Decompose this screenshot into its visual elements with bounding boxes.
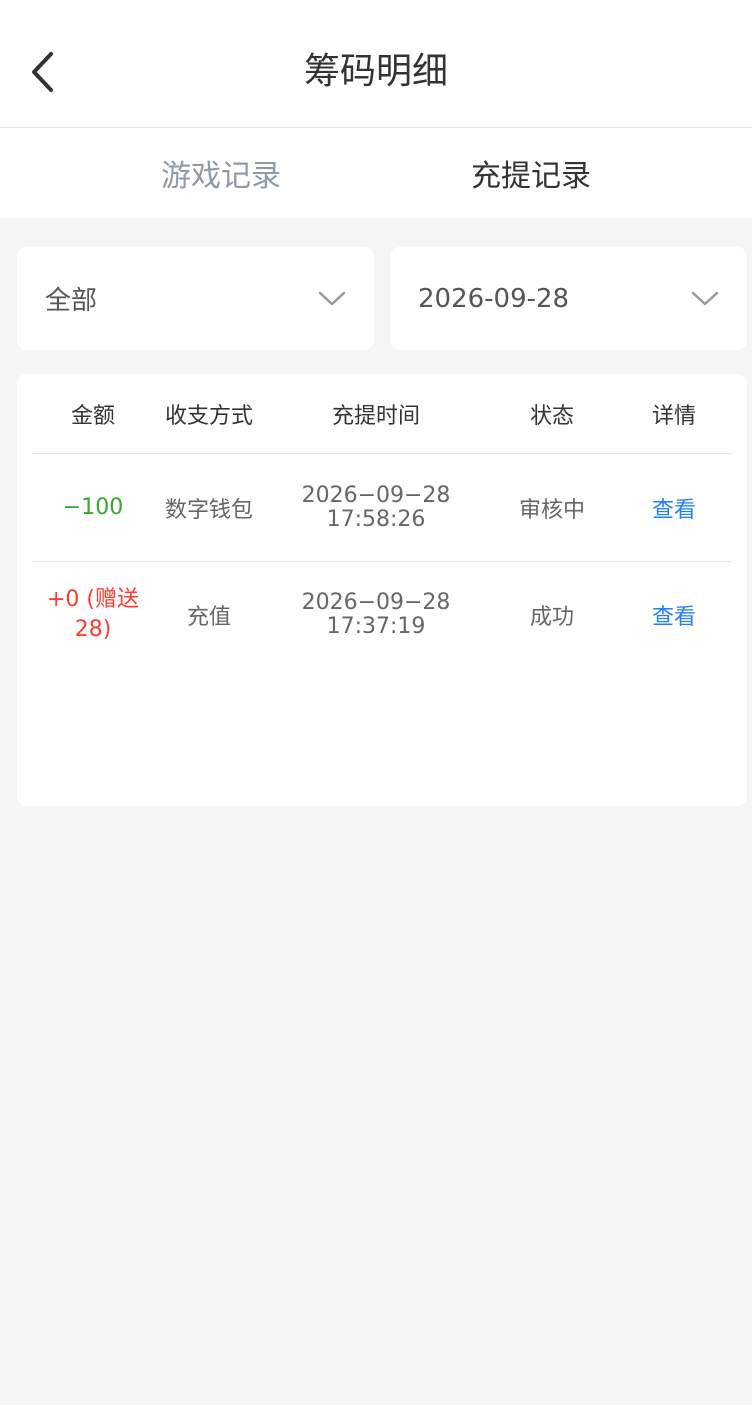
time-clock: 17:37:19 — [326, 613, 426, 639]
type-filter-value: 全部 — [45, 286, 98, 316]
view-detail-link[interactable]: 查看 — [616, 454, 732, 561]
table-row: +0 (赠送28) 充值 2026−09−28 17:37:19 成功 查看 — [32, 561, 732, 668]
page-title: 筹码明细 — [303, 51, 448, 92]
time-date: 2026−09−28 — [301, 589, 451, 615]
view-detail-link[interactable]: 查看 — [616, 561, 732, 668]
time-cell: 2026−09−28 17:37:19 — [264, 561, 488, 668]
method-cell: 充值 — [186, 604, 231, 630]
tab-game-records[interactable]: 游戏记录 — [0, 128, 376, 218]
time-date: 2026−09−28 — [301, 482, 451, 508]
column-header-method: 收支方式 — [164, 403, 253, 429]
column-header-detail: 详情 — [651, 403, 696, 429]
table-row: −100 数字钱包 2026−09−28 17:58:26 审核中 查看 — [32, 454, 732, 562]
table-header: 金额 收支方式 充提时间 状态 详情 — [32, 374, 732, 454]
filter-bar: 全部 2026-09-28 — [17, 247, 747, 350]
column-header-amount: 金额 — [70, 403, 115, 429]
time-clock: 17:58:26 — [326, 506, 426, 532]
chevron-down-icon — [691, 291, 719, 305]
chevron-down-icon — [318, 291, 346, 305]
type-filter-dropdown[interactable]: 全部 — [17, 247, 374, 350]
amount-cell: −100 — [62, 495, 124, 520]
tab-deposit-withdraw-records[interactable]: 充提记录 — [376, 128, 752, 218]
status-cell: 审核中 — [518, 497, 585, 523]
status-cell: 成功 — [529, 604, 574, 630]
method-cell: 数字钱包 — [164, 497, 253, 523]
date-filter-value: 2026-09-28 — [418, 283, 570, 314]
date-filter-dropdown[interactable]: 2026-09-28 — [390, 247, 747, 350]
time-cell: 2026−09−28 17:58:26 — [264, 454, 488, 561]
tab-bar: 游戏记录 充提记录 — [0, 128, 752, 218]
column-header-time: 充提时间 — [331, 403, 420, 429]
nav-header: 筹码明细 — [0, 0, 752, 128]
records-table: 金额 收支方式 充提时间 状态 详情 −100 数字钱包 2026−09−28 … — [17, 374, 747, 806]
amount-cell: +0 (赠送28) — [46, 586, 139, 642]
column-header-status: 状态 — [529, 403, 574, 429]
